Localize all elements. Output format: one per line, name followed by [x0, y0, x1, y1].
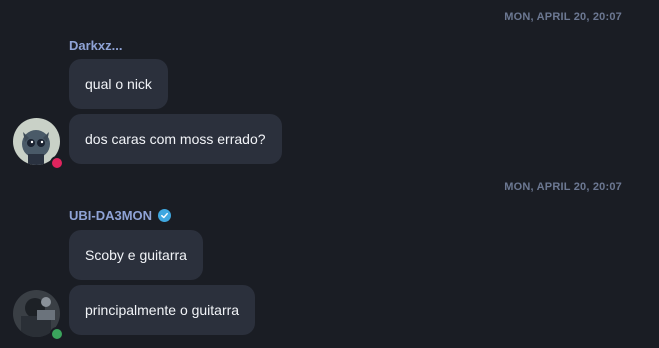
message-timestamp: MON, APRIL 20, 20:07	[504, 181, 622, 193]
sender-name-text: UBI-DA3MON	[69, 208, 153, 223]
status-indicator	[50, 156, 64, 170]
status-indicator	[50, 327, 64, 341]
sender-name[interactable]: UBI-DA3MON	[69, 208, 172, 223]
message-text: Scoby e guitarra	[85, 247, 187, 263]
message-bubble[interactable]: qual o nick	[69, 59, 168, 109]
message-bubble[interactable]: principalmente o guitarra	[69, 285, 256, 335]
message-bubble[interactable]: dos caras com moss errado?	[69, 114, 282, 164]
message-text: principalmente o guitarra	[85, 302, 240, 318]
message-text: qual o nick	[85, 76, 152, 92]
sender-name[interactable]: Darkxz...	[69, 38, 122, 53]
verified-check-icon	[158, 209, 172, 222]
message-bubble[interactable]: Scoby e guitarra	[69, 230, 203, 280]
sender-name-text: Darkxz...	[69, 38, 123, 53]
message-text: dos caras com moss errado?	[85, 131, 266, 147]
message-timestamp: MON, APRIL 20, 20:07	[504, 11, 622, 23]
